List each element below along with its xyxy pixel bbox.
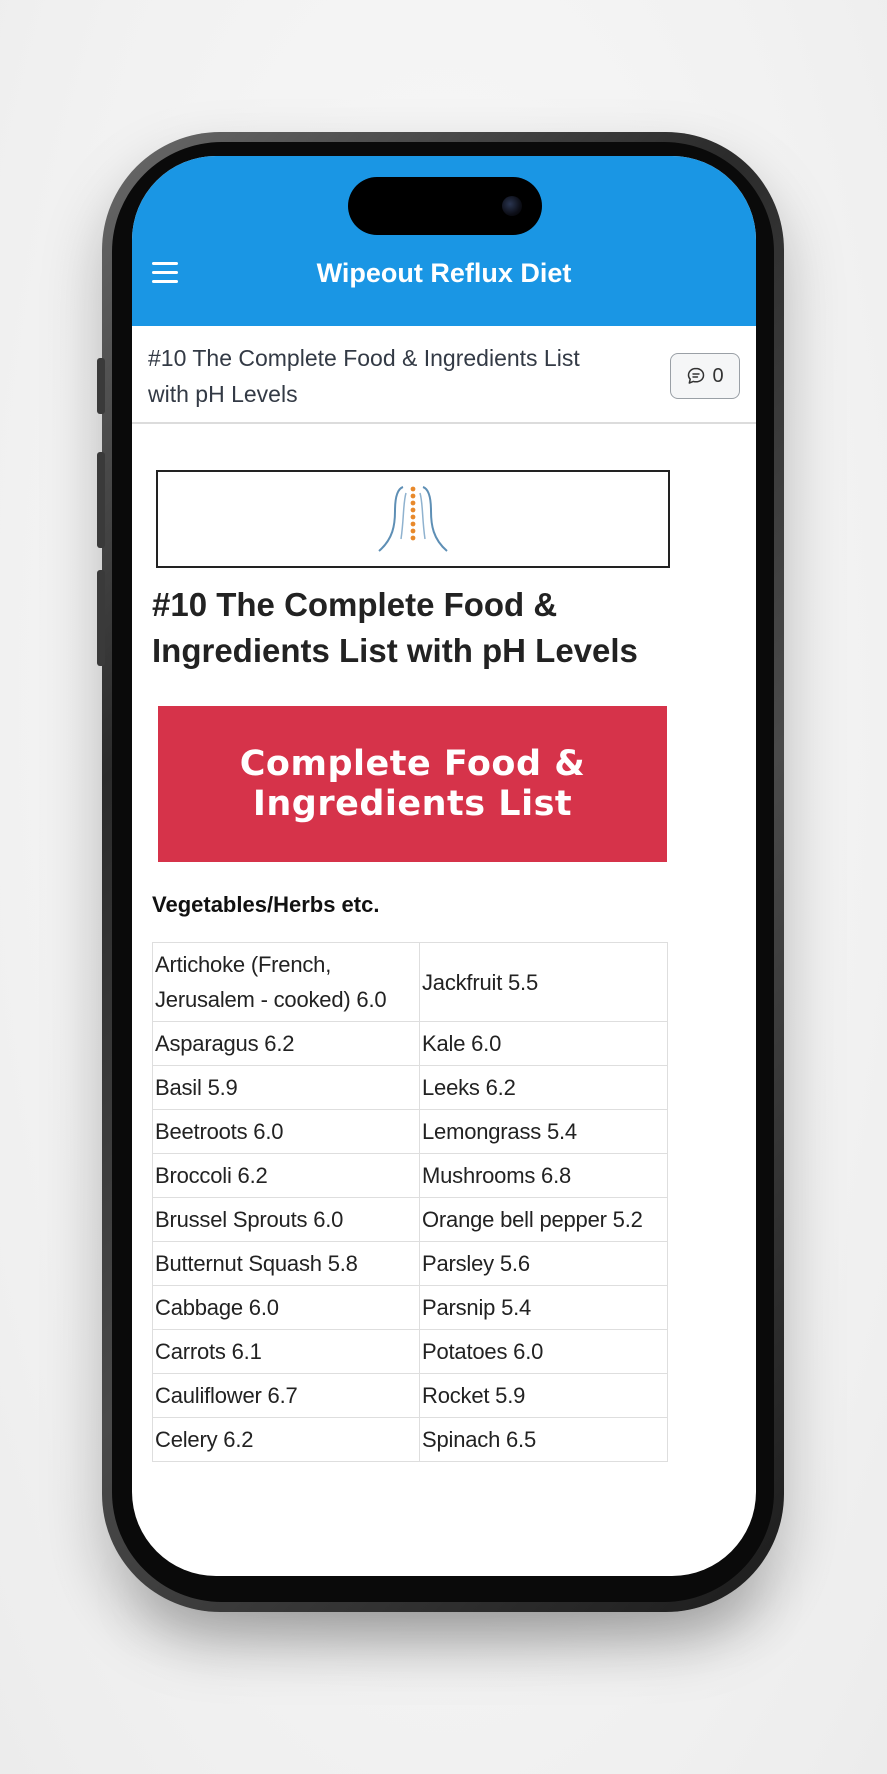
table-row: Carrots 6.1 Potatoes 6.0 [152, 1329, 668, 1374]
comments-button[interactable]: 0 [670, 353, 740, 399]
spine-logo-icon [378, 486, 448, 552]
comment-count: 0 [712, 364, 724, 387]
app-title: Wipeout Reflux Diet [316, 258, 572, 288]
table-cell: Celery 6.2 [152, 1417, 420, 1462]
comment-bubble-icon [688, 367, 705, 384]
table-cell: Asparagus 6.2 [152, 1021, 420, 1066]
phone-screen: Wipeout Reflux Diet #10 The Complete Foo… [132, 156, 756, 1576]
table-cell: Brussel Sprouts 6.0 [152, 1197, 420, 1242]
table-cell: Carrots 6.1 [152, 1329, 420, 1374]
table-cell: Broccoli 6.2 [152, 1153, 420, 1198]
table-cell: Spinach 6.5 [419, 1417, 668, 1462]
ph-table: Artichoke (French, Jerusalem - cooked) 6… [152, 942, 668, 1462]
logo-banner [156, 470, 670, 568]
dynamic-island [348, 177, 542, 235]
food-list-banner: Complete Food & Ingredients List [158, 706, 667, 862]
table-row: Artichoke (French, Jerusalem - cooked) 6… [152, 942, 668, 1022]
article-title: #10 The Complete Food & Ingredients List… [152, 586, 638, 669]
table-row: Brussel Sprouts 6.0 Orange bell pepper 5.… [152, 1197, 668, 1242]
table-row: Basil 5.9 Leeks 6.2 [152, 1065, 668, 1110]
table-cell: Kale 6.0 [419, 1021, 668, 1066]
table-cell: Parsley 5.6 [419, 1241, 668, 1286]
table-cell: Leeks 6.2 [419, 1065, 668, 1110]
table-cell: Cabbage 6.0 [152, 1285, 420, 1330]
table-cell: Mushrooms 6.8 [419, 1153, 668, 1198]
table-row: Beetroots 6.0 Lemongrass 5.4 [152, 1109, 668, 1154]
banner-line-2: Ingredients List [252, 784, 573, 824]
subheader-title: #10 The Complete Food & Ingredients List… [148, 345, 580, 407]
table-cell: Potatoes 6.0 [419, 1329, 668, 1374]
table-cell: Artichoke (French, Jerusalem - cooked) 6… [152, 942, 420, 1022]
front-camera [502, 196, 522, 216]
banner-line-1: Complete Food & [239, 744, 586, 784]
table-cell: Parsnip 5.4 [419, 1285, 668, 1330]
table-cell: Rocket 5.9 [419, 1373, 668, 1418]
table-row: Celery 6.2 Spinach 6.5 [152, 1417, 668, 1462]
table-cell: Butternut Squash 5.8 [152, 1241, 420, 1286]
page-subheader: #10 The Complete Food & Ingredients List… [132, 326, 756, 424]
table-cell: Lemongrass 5.4 [419, 1109, 668, 1154]
section-heading: Vegetables/Herbs etc. [152, 892, 380, 917]
volume-up-button [97, 452, 105, 548]
volume-down-button [97, 570, 105, 666]
table-row: Broccoli 6.2 Mushrooms 6.8 [152, 1153, 668, 1198]
table-cell: Cauliflower 6.7 [152, 1373, 420, 1418]
table-cell: Beetroots 6.0 [152, 1109, 420, 1154]
table-cell: Jackfruit 5.5 [419, 942, 668, 1022]
table-row: Asparagus 6.2 Kale 6.0 [152, 1021, 668, 1066]
table-row: Cabbage 6.0 Parsnip 5.4 [152, 1285, 668, 1330]
table-cell: Basil 5.9 [152, 1065, 420, 1110]
action-button [97, 358, 105, 414]
table-row: Butternut Squash 5.8 Parsley 5.6 [152, 1241, 668, 1286]
table-row: Cauliflower 6.7 Rocket 5.9 [152, 1373, 668, 1418]
table-cell: Orange bell pepper 5.2 [419, 1197, 668, 1242]
